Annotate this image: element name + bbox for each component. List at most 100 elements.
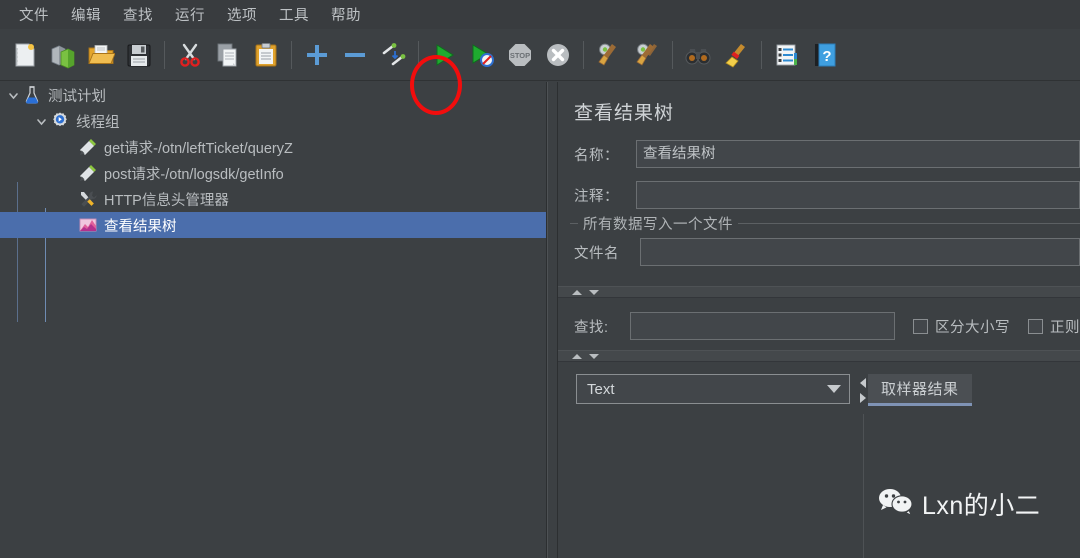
- tree-node-test-plan[interactable]: 测试计划: [0, 82, 546, 108]
- results-tree-icon: [78, 215, 98, 235]
- start-no-pauses-button[interactable]: [463, 33, 501, 77]
- help-button[interactable]: ?: [806, 33, 844, 77]
- jmeter-window: 文件 编辑 查找 运行 选项 工具 帮助 STOP ? 测试计划 线程组 get…: [0, 0, 1080, 558]
- page-title: 查看结果树: [574, 103, 675, 124]
- tab-label: 取样器结果: [881, 381, 959, 398]
- clear-button[interactable]: [590, 33, 628, 77]
- new-document-button[interactable]: [6, 33, 44, 77]
- clear-icon: [595, 41, 623, 69]
- search-button[interactable]: [679, 33, 717, 77]
- cut-button[interactable]: [171, 33, 209, 77]
- menu-file[interactable]: 文件: [8, 1, 60, 28]
- horizontal-splitter-bottom[interactable]: [558, 350, 1080, 362]
- renderer-selected-value: Text: [587, 380, 615, 398]
- templates-icon: [49, 41, 77, 69]
- collapse-down-icon[interactable]: [589, 353, 599, 359]
- minus-icon: [341, 41, 369, 69]
- paste-button[interactable]: [247, 33, 285, 77]
- result-tabs: 取样器结果: [860, 374, 972, 406]
- tab-scroll-buttons[interactable]: [860, 374, 866, 406]
- function-helper-icon: [773, 41, 801, 69]
- renderer-select[interactable]: Text: [576, 374, 850, 404]
- toolbar-separator: [583, 40, 584, 69]
- chevron-down-icon[interactable]: [827, 385, 841, 393]
- clear-all-button[interactable]: [628, 33, 666, 77]
- filename-row: 文件名: [570, 238, 1080, 266]
- collapse-all-button[interactable]: [336, 33, 374, 77]
- paste-clipboard-icon: [252, 41, 280, 69]
- renderer-and-tabs-row: Text 取样器结果: [558, 374, 1080, 406]
- gear-icon: [50, 111, 70, 131]
- regexp-label: 正则: [1050, 319, 1080, 336]
- toggle-button[interactable]: [374, 33, 412, 77]
- tree-node-label: post请求-/otn/logsdk/getInfo: [104, 166, 284, 183]
- scroll-left-icon[interactable]: [860, 377, 866, 388]
- start-button[interactable]: [425, 33, 463, 77]
- expand-all-button[interactable]: [298, 33, 336, 77]
- menu-help[interactable]: 帮助: [320, 1, 372, 28]
- stop-button[interactable]: STOP: [501, 33, 539, 77]
- stop-icon: STOP: [506, 41, 534, 69]
- comment-row: 注释：: [558, 181, 1080, 209]
- http-request-icon: [78, 137, 98, 157]
- tree-node-thread-group[interactable]: 线程组: [0, 108, 546, 134]
- chevron-down-icon[interactable]: [4, 82, 22, 108]
- shutdown-icon: [544, 41, 572, 69]
- toolbar-separator: [291, 40, 292, 69]
- reset-search-button[interactable]: [717, 33, 755, 77]
- regexp-checkbox-wrap[interactable]: 正则: [1028, 316, 1080, 337]
- search-input[interactable]: [630, 312, 895, 340]
- svg-text:?: ?: [822, 48, 831, 65]
- toolbar-separator: [761, 40, 762, 69]
- tree-node-label: 线程组: [76, 114, 120, 131]
- tree-node-view-results-tree[interactable]: 查看结果树: [0, 212, 546, 238]
- start-play-icon: [430, 41, 458, 69]
- save-button[interactable]: [120, 33, 158, 77]
- tree-node-post-request[interactable]: post请求-/otn/logsdk/getInfo: [0, 160, 546, 186]
- clear-all-icon: [633, 41, 661, 69]
- toolbar-separator: [418, 40, 419, 69]
- collapse-up-icon[interactable]: [572, 289, 582, 295]
- name-input[interactable]: 查看结果树: [636, 140, 1080, 168]
- view-results-tree-config-panel: 查看结果树 名称： 查看结果树 注释： 所有数据写入一个文件 文件名 查找: 区…: [558, 82, 1080, 558]
- case-sensitive-label: 区分大小写: [935, 319, 1010, 336]
- case-sensitive-checkbox-wrap[interactable]: 区分大小写: [913, 316, 1010, 337]
- collapse-down-icon[interactable]: [589, 289, 599, 295]
- menu-options[interactable]: 选项: [216, 1, 268, 28]
- case-sensitive-checkbox[interactable]: [913, 318, 928, 334]
- comment-input[interactable]: [636, 181, 1080, 209]
- regexp-checkbox[interactable]: [1028, 318, 1043, 334]
- function-helper-button[interactable]: [768, 33, 806, 77]
- filename-input[interactable]: [640, 238, 1080, 266]
- vertical-splitter[interactable]: [547, 82, 558, 558]
- new-document-icon: [11, 41, 39, 69]
- menu-edit[interactable]: 编辑: [60, 1, 112, 28]
- menu-tools[interactable]: 工具: [268, 1, 320, 28]
- sampler-result-content: [863, 414, 1080, 558]
- reset-search-broom-icon: [722, 41, 750, 69]
- copy-button[interactable]: [209, 33, 247, 77]
- tab-sampler-result[interactable]: 取样器结果: [868, 374, 972, 406]
- header-manager-icon: [78, 189, 98, 209]
- menubar: 文件 编辑 查找 运行 选项 工具 帮助: [0, 0, 1080, 29]
- comment-label: 注释：: [574, 188, 619, 205]
- tree-node-label: 测试计划: [48, 88, 106, 105]
- scroll-right-icon[interactable]: [860, 392, 866, 403]
- collapse-up-icon[interactable]: [572, 353, 582, 359]
- templates-button[interactable]: [44, 33, 82, 77]
- open-button[interactable]: [82, 33, 120, 77]
- help-book-icon: ?: [811, 41, 839, 69]
- search-row: 查找: 区分大小写 正则: [558, 312, 1080, 340]
- toggle-icon: [379, 41, 407, 69]
- search-binoculars-icon: [684, 41, 712, 69]
- chevron-down-icon[interactable]: [32, 108, 50, 134]
- test-plan-tree[interactable]: 测试计划 线程组 get请求-/otn/leftTicket/queryZ po…: [0, 82, 547, 558]
- menu-search[interactable]: 查找: [112, 1, 164, 28]
- shutdown-button[interactable]: [539, 33, 577, 77]
- tree-node-header-manager[interactable]: HTTP信息头管理器: [0, 186, 546, 212]
- tree-node-label: get请求-/otn/leftTicket/queryZ: [104, 140, 293, 157]
- name-row: 名称： 查看结果树: [558, 140, 1080, 168]
- horizontal-splitter-top[interactable]: [558, 286, 1080, 298]
- menu-run[interactable]: 运行: [164, 1, 216, 28]
- tree-node-get-request[interactable]: get请求-/otn/leftTicket/queryZ: [0, 134, 546, 160]
